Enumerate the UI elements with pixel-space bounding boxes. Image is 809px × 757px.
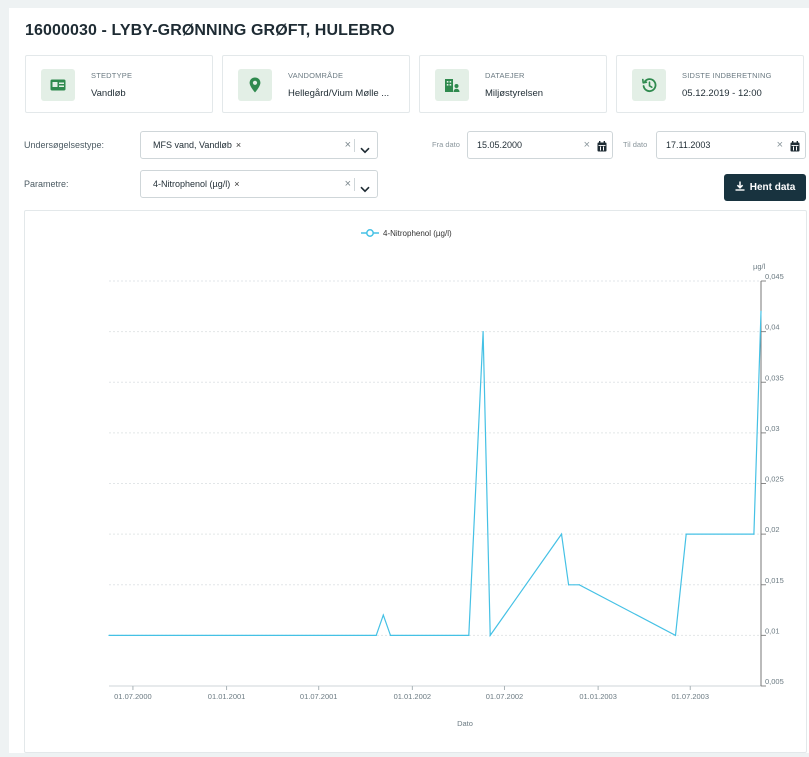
card-stedtype: STEDTYPE Vandløb <box>25 55 213 113</box>
divider <box>354 178 355 191</box>
clear-icon[interactable]: × <box>584 139 590 151</box>
card-sidste-indberetning: SIDSTE INDBERETNING 05.12.2019 - 12:00 <box>616 55 804 113</box>
x-tick-label: 01.01.2003 <box>579 692 617 701</box>
card-label: VANDOMRÅDE <box>288 71 344 80</box>
calendar-icon[interactable] <box>790 139 800 157</box>
chip-label: MFS vand, Vandløb <box>153 140 232 150</box>
x-axis-label: Dato <box>457 719 473 728</box>
y-tick-label: 0,005 <box>765 677 784 686</box>
data-point <box>560 533 563 535</box>
data-point <box>375 634 377 636</box>
survey-type-chip: MFS vand, Vandløb × <box>153 140 241 150</box>
data-point <box>674 634 677 636</box>
survey-type-label: Undersøgelsestype: <box>24 140 105 150</box>
card-label: SIDSTE INDBERETNING <box>682 71 772 80</box>
series-line <box>109 311 762 638</box>
legend-marker <box>366 229 374 237</box>
from-date-label: Fra dato <box>432 140 460 149</box>
y-tick-label: 0,035 <box>765 373 784 382</box>
parameters-select[interactable]: 4-Nitrophenol (µg/l) × × <box>140 170 378 198</box>
chip-label: 4-Nitrophenol (µg/l) <box>153 179 231 189</box>
from-date-input[interactable]: 15.05.2000 × <box>467 131 613 159</box>
page: 16000030 - LYBY-GRØNNING GRØFT, HULEBRO … <box>9 8 809 753</box>
id-card-icon <box>41 69 75 101</box>
card-label: STEDTYPE <box>91 71 133 80</box>
y-tick-label: 0,02 <box>765 525 780 534</box>
y-axis-label: µg/l <box>753 262 766 271</box>
chart-container: 0,005 0,01 0,015 0,02 0,025 0,03 0,035 0,04 0,04… <box>24 210 807 753</box>
download-icon <box>735 181 745 194</box>
fetch-data-label: Hent data <box>749 182 796 193</box>
chip-remove-icon[interactable]: × <box>234 179 239 189</box>
chevron-down-icon[interactable] <box>360 141 370 159</box>
card-value: 05.12.2019 - 12:00 <box>682 88 762 99</box>
y-tick-label: 0,045 <box>765 272 784 281</box>
data-point <box>568 584 570 586</box>
x-tick-label: 01.07.2000 <box>114 692 152 701</box>
to-date-value: 17.11.2003 <box>666 140 711 150</box>
data-point <box>685 533 687 535</box>
card-dataejer: DATAEJER Miljøstyrelsen <box>419 55 607 113</box>
survey-type-select[interactable]: MFS vand, Vandløb × × <box>140 131 378 159</box>
card-label: DATAEJER <box>485 71 525 80</box>
data-point <box>578 584 580 586</box>
data-point <box>382 614 384 616</box>
location-pin-icon <box>238 69 272 101</box>
x-tick-label: 01.07.2001 <box>300 692 338 701</box>
data-point <box>489 634 491 636</box>
y-tick-label: 0,04 <box>765 323 780 332</box>
clear-icon[interactable]: × <box>345 139 351 151</box>
data-point <box>482 331 484 333</box>
fetch-data-button[interactable]: Hent data <box>724 174 806 201</box>
x-tick-label: 01.07.2003 <box>671 692 709 701</box>
building-user-icon <box>435 69 469 101</box>
to-date-label: Til dato <box>623 140 648 149</box>
card-value: Vandløb <box>91 88 126 99</box>
divider <box>354 139 355 152</box>
card-value: Miljøstyrelsen <box>485 88 544 99</box>
x-tick-label: 01.07.2002 <box>486 692 524 701</box>
from-date-value: 15.05.2000 <box>477 140 523 150</box>
to-date-input[interactable]: 17.11.2003 × <box>656 131 806 159</box>
x-tick-label: 01.01.2001 <box>208 692 246 701</box>
data-point <box>468 634 470 636</box>
x-tick-label: 01.01.2002 <box>394 692 432 701</box>
y-tick-label: 0,025 <box>765 475 784 484</box>
page-title: 16000030 - LYBY-GRØNNING GRØFT, HULEBRO <box>25 22 395 39</box>
y-tick-label: 0,03 <box>765 424 780 433</box>
parameter-chip: 4-Nitrophenol (µg/l) × <box>153 179 239 189</box>
data-point <box>760 310 762 312</box>
legend-label: 4-Nitrophenol (µg/l) <box>383 229 452 238</box>
clear-icon[interactable]: × <box>777 139 783 151</box>
chevron-down-icon[interactable] <box>360 180 370 198</box>
data-point <box>389 634 392 636</box>
history-icon <box>632 69 666 101</box>
data-point <box>753 533 755 535</box>
calendar-icon[interactable] <box>597 139 607 157</box>
parameters-label: Parametre: <box>24 179 69 189</box>
clear-icon[interactable]: × <box>345 178 351 190</box>
chip-remove-icon[interactable]: × <box>236 140 241 150</box>
data-point <box>108 634 110 636</box>
y-tick-label: 0,015 <box>765 576 784 585</box>
card-value: Hellegård/Vium Mølle ... <box>288 88 390 99</box>
y-tick-label: 0,01 <box>765 626 780 635</box>
line-chart: 0,005 0,01 0,015 0,02 0,025 0,03 0,035 0,04 0,04… <box>108 229 784 728</box>
card-vandomraade: VANDOMRÅDE Hellegård/Vium Mølle ... <box>222 55 410 113</box>
